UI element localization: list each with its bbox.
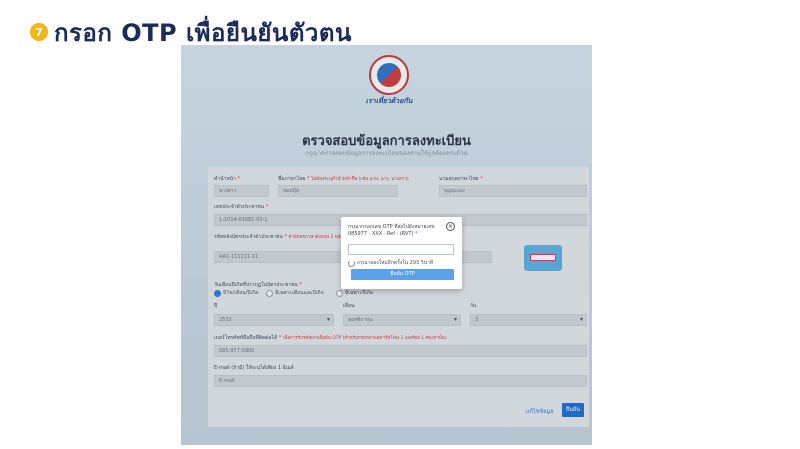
close-icon[interactable]: × <box>446 222 455 231</box>
step-number-badge: 7 <box>30 23 48 41</box>
spinner-icon <box>348 259 355 267</box>
submit-otp-button[interactable]: ยืนยัน OTP <box>351 269 454 280</box>
web-screenshot: เราเที่ยวด้วยกัน ตรวจสอบข้อมูลการลงทะเบี… <box>181 45 592 445</box>
resend-countdown: กรุณาลองใหม่อีกครั้งใน 293 วินาที <box>348 259 433 267</box>
otp-input[interactable] <box>348 244 454 255</box>
otp-modal: กรุณากรอกเลข OTP ที่ส่งไปยังหมายเลข 0859… <box>341 217 462 289</box>
otp-message: กรุณากรอกเลข OTP ที่ส่งไปยังหมายเลข 0859… <box>348 224 435 237</box>
